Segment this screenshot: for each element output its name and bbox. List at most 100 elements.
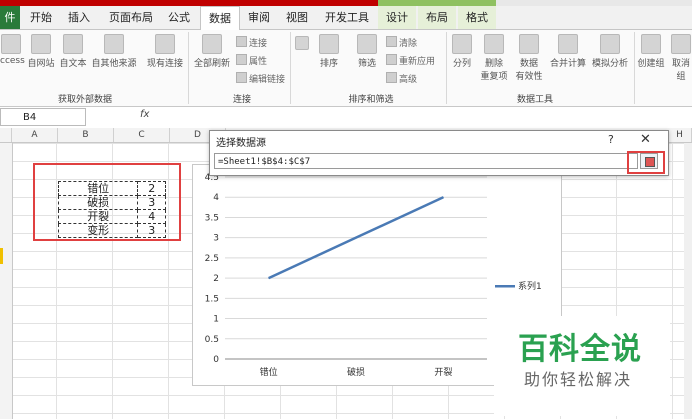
sort-az-button[interactable] [294, 36, 310, 52]
group-divider [634, 32, 635, 104]
tab-insert[interactable]: 插入 [64, 6, 94, 29]
reapply-icon [386, 54, 397, 65]
split-icon [452, 34, 472, 54]
ribbon-tab-row: 件 开始 插入 页面布局 公式 数据 审阅 视图 开发工具 设计 布局 格式 [0, 6, 692, 31]
from-text-button[interactable]: 自文本 [58, 34, 88, 69]
refresh-icon [202, 34, 222, 54]
properties-button[interactable]: 属性 [236, 54, 267, 67]
expand-button-highlight-box [627, 151, 665, 174]
data-table: 错位 2 破损 3 开裂 4 变形 3 [57, 181, 166, 238]
tab-file[interactable]: 件 [0, 6, 20, 29]
tab-developer[interactable]: 开发工具 [320, 6, 374, 29]
ungroup-button[interactable]: 取消组 [668, 34, 692, 82]
web-icon [31, 34, 51, 54]
y-tick-label: 0.5 [205, 335, 219, 345]
y-tick-label: 2 [213, 274, 219, 284]
row-headers[interactable] [0, 143, 13, 419]
from-web-button[interactable]: 自网站 [26, 34, 56, 69]
name-box[interactable]: B4 [0, 108, 86, 126]
properties-icon [236, 54, 247, 65]
column-header-a[interactable]: A [12, 128, 58, 142]
sort-icon [319, 34, 339, 54]
category-cell[interactable]: 错位 [57, 181, 139, 196]
tab-page-layout[interactable]: 页面布局 [104, 6, 158, 29]
help-button[interactable]: ? [608, 133, 614, 146]
x-tick-label: 破损 [347, 366, 365, 378]
active-row-indicator [0, 248, 3, 264]
refresh-all-button[interactable]: 全部刷新 [192, 34, 232, 69]
category-cell[interactable]: 变形 [57, 223, 139, 238]
formula-bar: B4 fx [0, 107, 692, 129]
from-access-button[interactable]: ccess [0, 34, 25, 66]
group-label-sort-filter: 排序和筛选 [348, 95, 394, 105]
watermark-title: 百科全说 [518, 332, 642, 367]
tab-data[interactable]: 数据 [200, 6, 240, 31]
existing-connections-icon [155, 34, 175, 54]
data-validation-button[interactable]: 数据 有效性 [512, 34, 546, 82]
group-divider [290, 32, 291, 104]
tab-view[interactable]: 视图 [282, 6, 312, 29]
x-tick-label: 开裂 [434, 367, 452, 378]
x-tick-label: 错位 [260, 366, 278, 378]
watermark-subtitle: 助你轻松解决 [524, 370, 633, 389]
tab-review[interactable]: 审阅 [244, 6, 274, 29]
value-cell[interactable]: 4 [137, 209, 166, 224]
clear-icon [386, 36, 397, 47]
clear-filter-button[interactable]: 清除 [386, 36, 417, 49]
y-tick-label: 3 [213, 234, 219, 244]
filter-button[interactable]: 筛选 [352, 34, 382, 69]
close-button[interactable]: ✕ [640, 132, 651, 147]
tab-layout[interactable]: 布局 [418, 6, 456, 29]
column-header-b[interactable]: B [58, 128, 114, 142]
connections-button[interactable]: 连接 [236, 36, 267, 49]
value-cell[interactable]: 2 [137, 181, 166, 196]
from-other-sources-button[interactable]: 自其他来源 [90, 34, 138, 69]
edit-links-icon [236, 72, 247, 83]
y-tick-label: 1.5 [205, 294, 219, 304]
other-sources-icon [104, 34, 124, 54]
data-range-input[interactable]: =Sheet1!$B$4:$C$7 [214, 153, 638, 169]
sort-az-icon [295, 36, 309, 50]
y-tick-label: 4 [213, 193, 219, 203]
group-icon [641, 34, 661, 54]
category-cell[interactable]: 开裂 [57, 209, 139, 224]
edit-links-button[interactable]: 编辑链接 [236, 72, 285, 85]
insert-function-icon[interactable]: fx [140, 109, 149, 120]
what-if-analysis-button[interactable]: 模拟分析 [590, 34, 630, 69]
tab-design[interactable]: 设计 [378, 6, 416, 29]
table-row: 破损 3 [57, 195, 166, 210]
column-header-c[interactable]: C [114, 128, 170, 142]
access-icon [1, 34, 21, 54]
existing-connections-button[interactable]: 现有连接 [144, 34, 186, 69]
group-divider [188, 32, 189, 104]
validation-icon [519, 34, 539, 54]
ribbon: ccess 自网站 自文本 自其他来源 现有连接 获取外部数据 全部刷新 连接 … [0, 30, 692, 107]
y-tick-label: 2.5 [205, 254, 219, 264]
column-header-h[interactable]: H [668, 128, 692, 142]
reapply-button[interactable]: 重新应用 [386, 54, 435, 67]
table-row: 错位 2 [57, 181, 166, 196]
dialog-title: 选择数据源 [216, 138, 266, 149]
remove-duplicates-icon [484, 34, 504, 54]
text-to-columns-button[interactable]: 分列 [448, 34, 476, 69]
group-button[interactable]: 创建组 [636, 34, 666, 69]
vertical-scrollbar[interactable] [684, 143, 692, 419]
tab-formulas[interactable]: 公式 [164, 6, 194, 29]
connections-icon [236, 36, 247, 47]
group-label-data-tools: 数据工具 [516, 95, 553, 105]
remove-duplicates-button[interactable]: 删除 重复项 [478, 34, 510, 82]
select-all-corner[interactable] [0, 128, 12, 142]
tab-home[interactable]: 开始 [26, 6, 56, 29]
value-cell[interactable]: 3 [137, 223, 166, 238]
tab-format[interactable]: 格式 [458, 6, 496, 29]
text-file-icon [63, 34, 83, 54]
value-cell[interactable]: 3 [137, 195, 166, 210]
consolidate-button[interactable]: 合并计算 [548, 34, 588, 69]
y-tick-label: 1 [213, 315, 219, 325]
consolidate-icon [558, 34, 578, 54]
advanced-filter-button[interactable]: 高级 [386, 72, 417, 85]
category-cell[interactable]: 破损 [57, 195, 139, 210]
ungroup-icon [671, 34, 691, 54]
sort-button[interactable]: 排序 [314, 34, 344, 69]
group-label-get-external: 获取外部数据 [57, 95, 112, 105]
